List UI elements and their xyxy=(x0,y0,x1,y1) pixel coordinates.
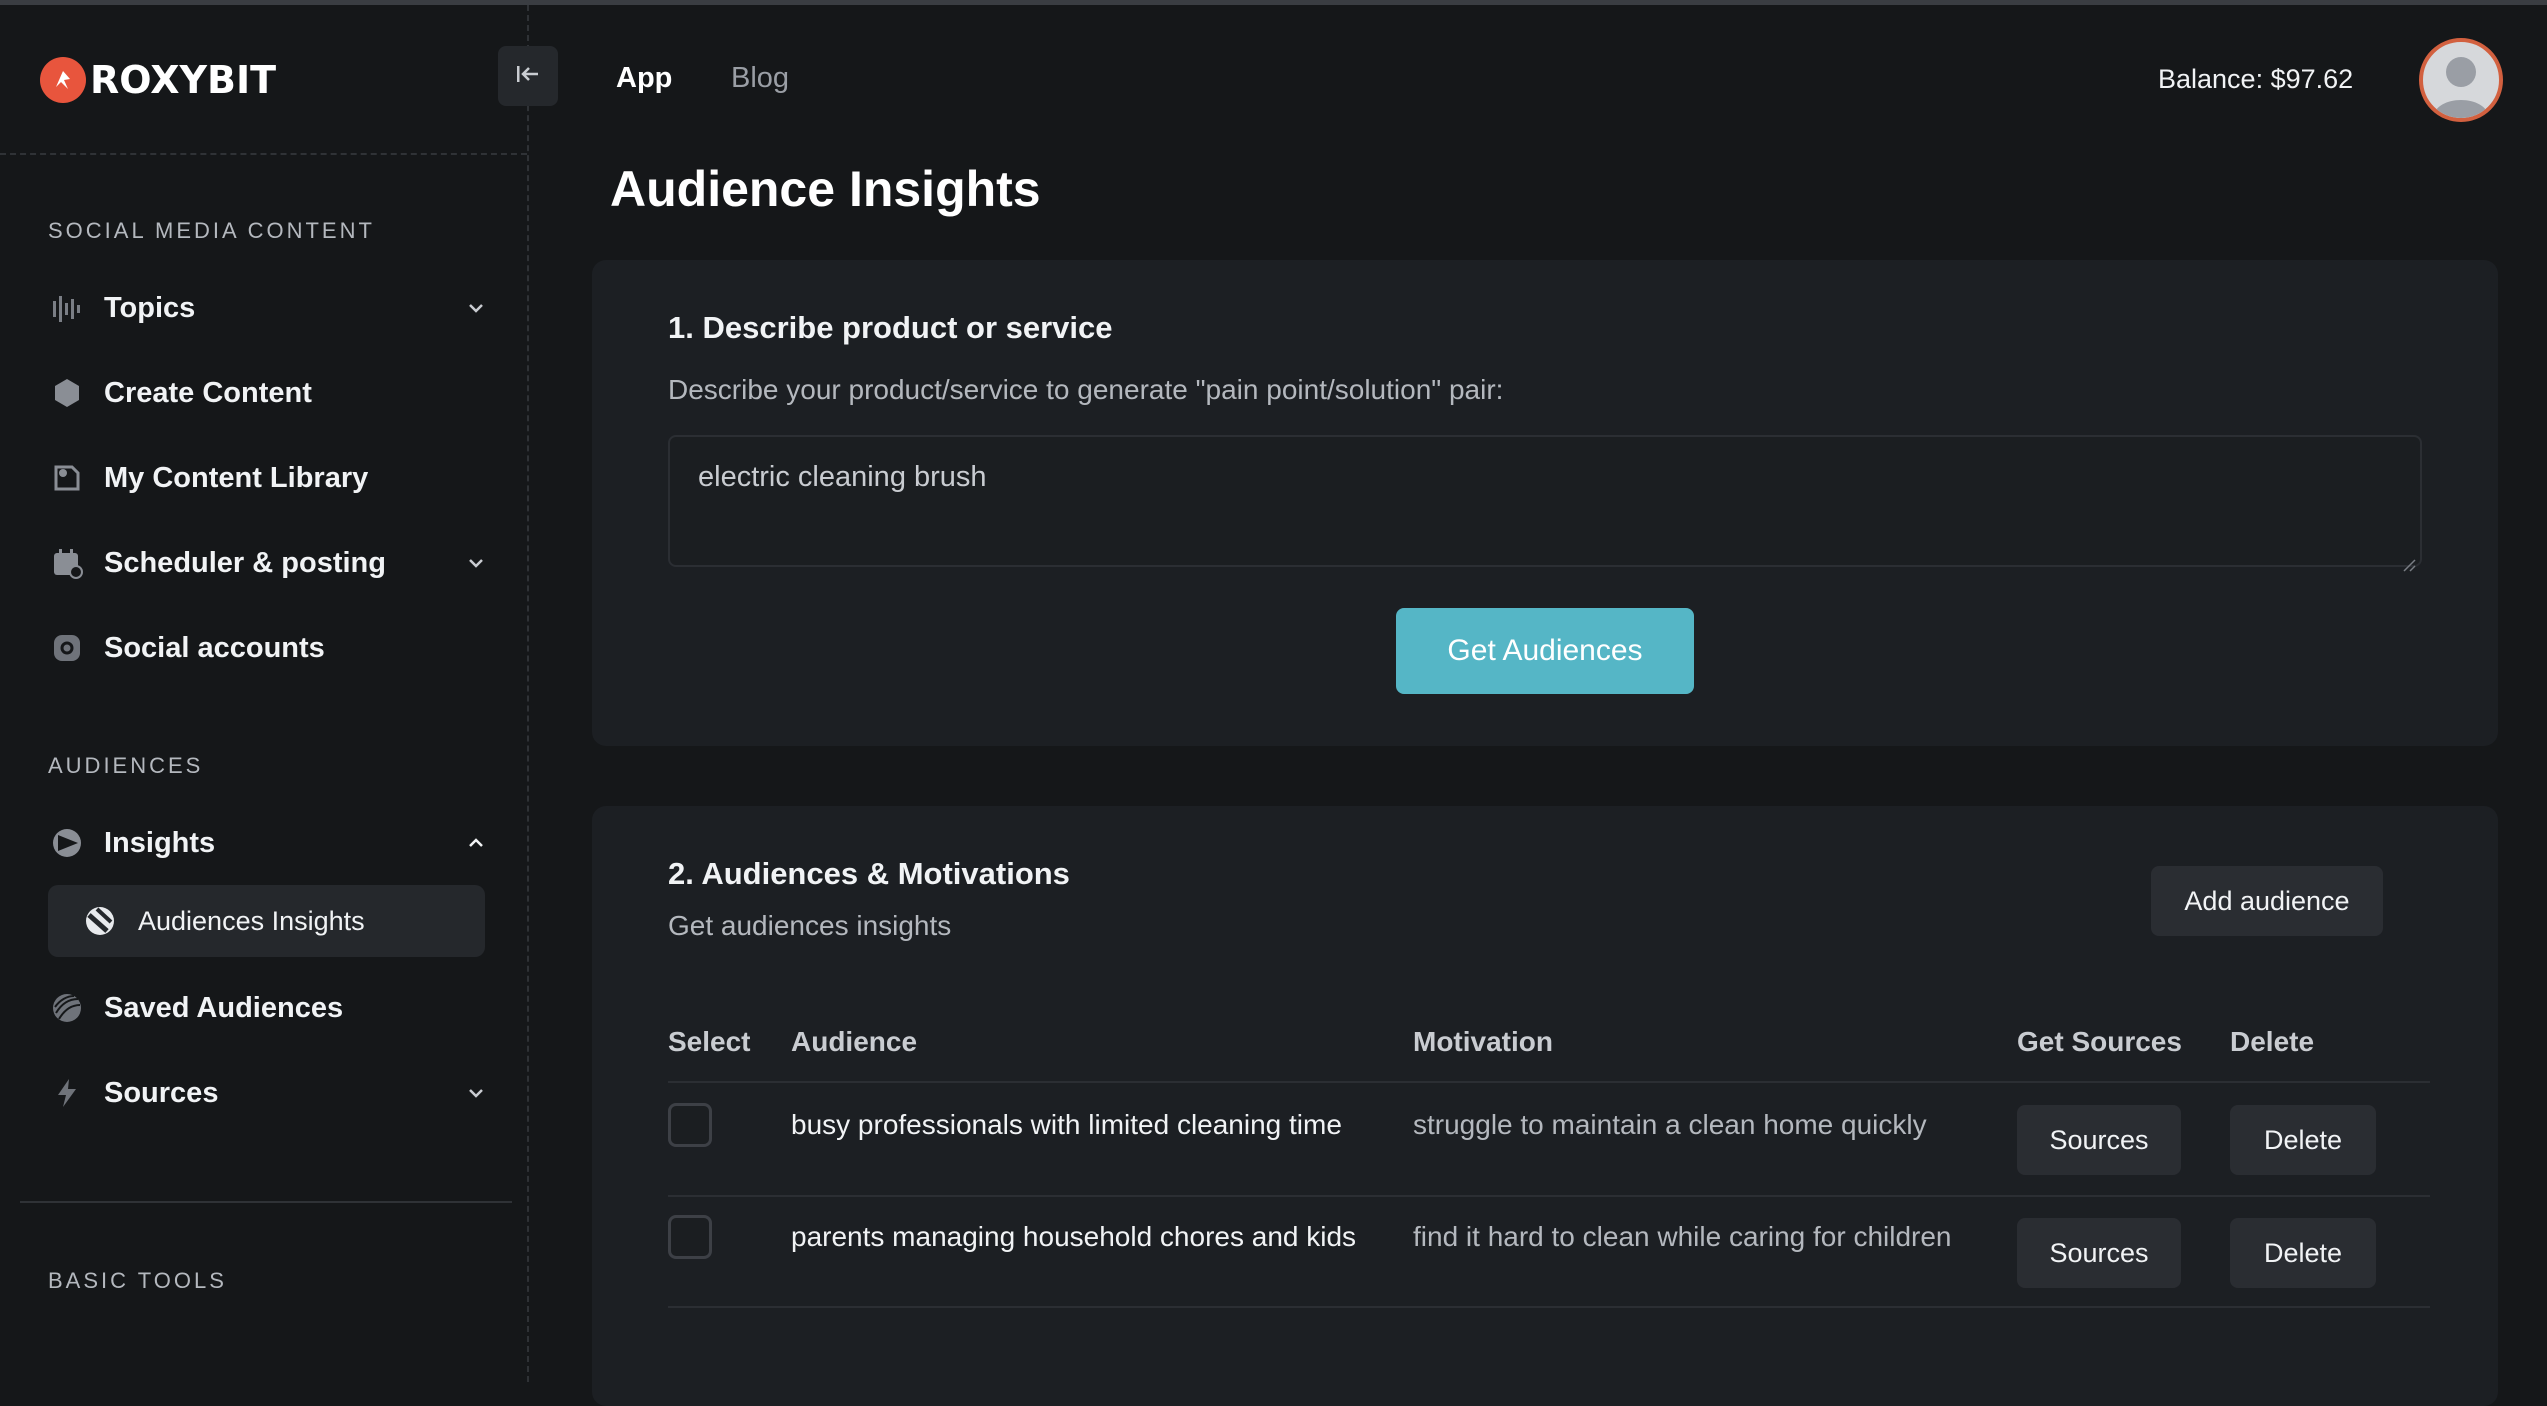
waveform-icon xyxy=(48,289,86,327)
audience-cell: busy professionals with limited cleaning… xyxy=(791,1109,1342,1140)
social-accounts-icon xyxy=(48,629,86,667)
column-header-get-sources: Get Sources xyxy=(2017,1026,2182,1057)
step2-subtitle: Get audiences insights xyxy=(668,910,952,941)
chevron-down-icon xyxy=(464,296,488,320)
logo-icon xyxy=(40,57,86,103)
sidebar-item-create-content[interactable]: Create Content xyxy=(48,363,488,423)
resize-grip-icon[interactable] xyxy=(2402,547,2416,572)
balance-display: Balance: $97.62 xyxy=(2158,64,2354,94)
sidebar-item-scheduler[interactable]: Scheduler & posting xyxy=(48,533,488,593)
column-header-delete: Delete xyxy=(2230,1026,2315,1057)
nav-link-blog[interactable]: Blog xyxy=(731,62,789,95)
sidebar-subitem-label: Audiences Insights xyxy=(138,905,365,936)
logo-text: ROXYBIT xyxy=(90,58,277,102)
sidebar-divider xyxy=(20,1201,512,1203)
column-header-select: Select xyxy=(668,1026,751,1057)
sidebar-item-sources[interactable]: Sources xyxy=(48,1063,488,1123)
avatar[interactable] xyxy=(2419,38,2503,122)
audiences-motivations-card: 2. Audiences & Motivations Get audiences… xyxy=(592,806,2498,1406)
section-label-basic-tools: BASIC TOOLS xyxy=(48,1268,227,1293)
sidebar-item-label: Topics xyxy=(104,291,196,324)
delete-button[interactable]: Delete xyxy=(2230,1105,2376,1175)
section-label-social: SOCIAL MEDIA CONTENT xyxy=(48,218,375,243)
motivation-cell: find it hard to clean while caring for c… xyxy=(1413,1221,1952,1252)
sidebar-item-insights[interactable]: Insights xyxy=(48,813,488,873)
calendar-icon xyxy=(48,544,86,582)
table-divider xyxy=(668,1195,2430,1197)
nav-link-app[interactable]: App xyxy=(616,62,672,95)
add-audience-button[interactable]: Add audience xyxy=(2151,866,2383,936)
textarea-value: electric cleaning brush xyxy=(698,461,987,493)
row-select-checkbox[interactable] xyxy=(668,1215,712,1259)
logo[interactable]: ROXYBIT xyxy=(40,57,276,103)
sidebar-item-label: Social accounts xyxy=(104,631,325,664)
row-select-checkbox[interactable] xyxy=(668,1103,712,1147)
motivation-cell: struggle to maintain a clean home quickl… xyxy=(1413,1109,1927,1140)
sidebar-item-label: Scheduler & posting xyxy=(104,546,386,579)
chevron-up-icon xyxy=(464,831,488,855)
product-description-textarea[interactable]: electric cleaning brush xyxy=(668,435,2422,572)
table-divider xyxy=(668,1306,2430,1308)
column-header-audience: Audience xyxy=(791,1026,918,1057)
sidebar: ROXYBIT SOCIAL MEDIA CONTENT Topics Crea… xyxy=(0,5,529,1382)
sources-button[interactable]: Sources xyxy=(2017,1105,2181,1175)
sidebar-item-label: My Content Library xyxy=(104,461,369,494)
saved-audiences-icon xyxy=(48,989,86,1027)
sidebar-item-label: Saved Audiences xyxy=(104,991,344,1024)
page-title: Audience Insights xyxy=(610,161,1041,217)
collapse-sidebar-button[interactable] xyxy=(498,46,558,106)
sidebar-item-label: Sources xyxy=(104,1076,219,1109)
column-header-motivation: Motivation xyxy=(1413,1026,1553,1057)
logo-row: ROXYBIT xyxy=(0,5,527,155)
sources-button[interactable]: Sources xyxy=(2017,1218,2181,1288)
delete-button[interactable]: Delete xyxy=(2230,1218,2376,1288)
sidebar-item-saved-audiences[interactable]: Saved Audiences xyxy=(48,978,488,1038)
sidebar-subitem-audiences-insights[interactable]: Audiences Insights xyxy=(48,885,485,957)
sidebar-item-my-content-library[interactable]: My Content Library xyxy=(48,448,488,508)
section-label-audiences: AUDIENCES xyxy=(48,753,204,778)
library-icon xyxy=(48,459,86,497)
chevron-down-icon xyxy=(464,551,488,575)
table-divider xyxy=(668,1081,2430,1083)
step1-subtitle: Describe your product/service to generat… xyxy=(668,374,1504,405)
insights-icon xyxy=(48,824,86,862)
audiences-insights-icon xyxy=(82,903,118,939)
step2-title: 2. Audiences & Motivations xyxy=(668,856,1070,891)
chevron-down-icon xyxy=(464,1081,488,1105)
user-avatar-icon xyxy=(2433,57,2489,118)
hexagon-icon xyxy=(48,374,86,412)
sidebar-item-label: Create Content xyxy=(104,376,312,409)
get-audiences-button[interactable]: Get Audiences xyxy=(1396,608,1694,694)
describe-product-card: 1. Describe product or service Describe … xyxy=(592,260,2498,746)
sidebar-item-topics[interactable]: Topics xyxy=(48,278,488,338)
sidebar-item-label: Insights xyxy=(104,826,216,859)
step1-title: 1. Describe product or service xyxy=(668,310,1113,345)
arrow-left-to-line-icon xyxy=(515,63,541,90)
sidebar-item-social-accounts[interactable]: Social accounts xyxy=(48,618,488,678)
audience-cell: parents managing household chores and ki… xyxy=(791,1221,1357,1252)
lightning-icon xyxy=(48,1074,86,1112)
